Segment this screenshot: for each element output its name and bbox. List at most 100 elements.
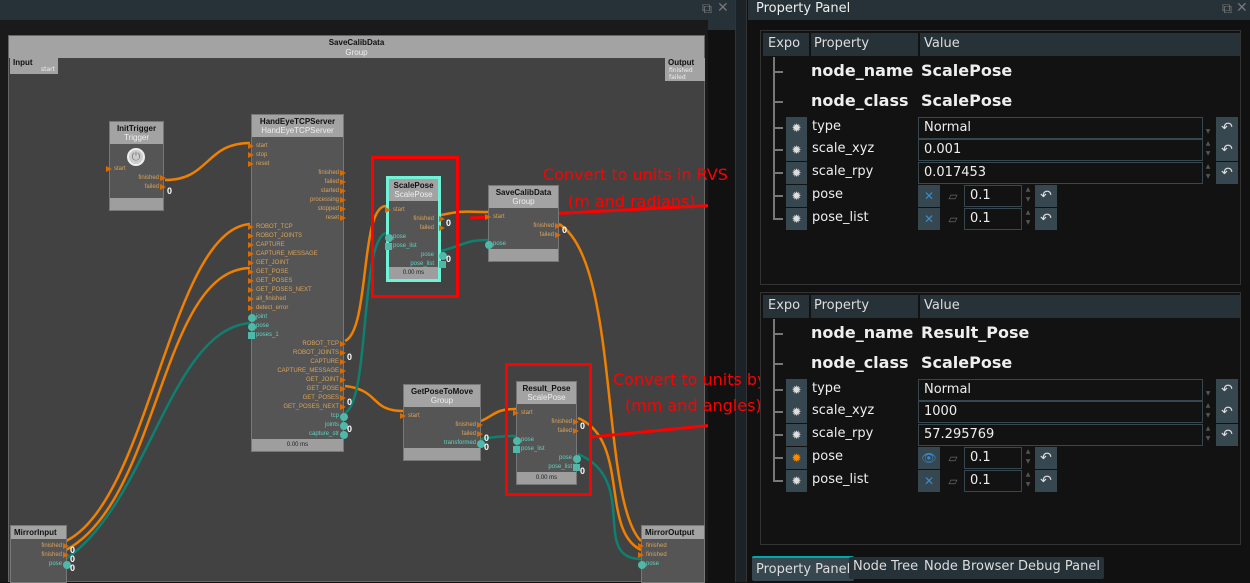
- node-init[interactable]: InitTrigger Trigger ⏻ start finished failed 0: [106, 121, 172, 211]
- eye-hidden-icon[interactable]: ✕: [918, 470, 940, 492]
- tab-node-browser[interactable]: Node Browser: [920, 557, 1019, 579]
- pose-threshold-input[interactable]: 0.1: [964, 447, 1022, 469]
- spin-arrows-icon[interactable]: ▲ ▼: [1202, 401, 1214, 423]
- reset-icon[interactable]: ↶: [1035, 208, 1057, 230]
- node-getp[interactable]: GetPoseToMove Group start finished failed 0 tr…: [400, 384, 489, 461]
- event-port-icon[interactable]: [248, 143, 254, 149]
- event-port-icon[interactable]: [248, 233, 254, 239]
- event-port-icon[interactable]: [340, 395, 346, 401]
- list-port-icon[interactable]: [248, 332, 255, 339]
- scale_rpy-input[interactable]: 57.295769: [918, 424, 1203, 446]
- data-port-icon[interactable]: [638, 561, 646, 569]
- event-port-icon[interactable]: [63, 543, 69, 549]
- event-port-icon[interactable]: [248, 278, 254, 284]
- pose-threshold-input[interactable]: 0.1: [964, 185, 1022, 207]
- event-port-icon[interactable]: [340, 341, 346, 347]
- event-port-icon[interactable]: [555, 232, 561, 238]
- event-port-icon[interactable]: [400, 413, 406, 419]
- expose-bulb-icon[interactable]: ✹: [786, 447, 807, 469]
- ruler-icon[interactable]: ▱: [942, 447, 964, 469]
- eye-hidden-icon[interactable]: ✕: [918, 208, 940, 230]
- spin-arrows-icon[interactable]: ▲ ▼: [1022, 208, 1034, 230]
- eye-icon[interactable]: 👁︎: [918, 447, 940, 469]
- expose-bulb-icon[interactable]: ✹: [786, 379, 807, 401]
- node-mirout[interactable]: MirrorOutput finished finished pose: [638, 525, 705, 583]
- event-port-icon[interactable]: [340, 377, 346, 383]
- power-icon[interactable]: ⏻: [127, 148, 145, 166]
- expose-bulb-icon[interactable]: ✹: [786, 162, 807, 184]
- data-port-icon[interactable]: [340, 413, 348, 421]
- chevron-down-icon[interactable]: ▼: [1202, 117, 1214, 139]
- scale_xyz-input[interactable]: 0.001: [918, 139, 1203, 161]
- event-port-icon[interactable]: [477, 431, 483, 437]
- scale_xyz-input[interactable]: 1000: [918, 401, 1203, 423]
- spin-arrows-icon[interactable]: ▲ ▼: [1022, 470, 1034, 492]
- expose-bulb-icon[interactable]: ✹: [786, 470, 807, 492]
- reset-icon[interactable]: ↶: [1035, 447, 1057, 469]
- splitter[interactable]: [735, 0, 747, 582]
- reset-icon[interactable]: ↶: [1035, 185, 1057, 207]
- event-port-icon[interactable]: [340, 179, 346, 185]
- event-port-icon[interactable]: [340, 206, 346, 212]
- event-port-icon[interactable]: [248, 296, 254, 302]
- event-port-icon[interactable]: [485, 214, 491, 220]
- reset-icon[interactable]: ↶: [1216, 162, 1238, 184]
- spin-arrows-icon[interactable]: ▲ ▼: [1022, 185, 1034, 207]
- expose-bulb-icon[interactable]: ✹: [786, 185, 807, 207]
- event-port-icon[interactable]: [340, 188, 346, 194]
- event-port-icon[interactable]: [160, 175, 166, 181]
- event-port-icon[interactable]: [638, 552, 644, 558]
- event-port-icon[interactable]: [106, 166, 112, 172]
- close-icon[interactable]: ✕: [1236, 0, 1248, 16]
- ruler-icon[interactable]: ▱: [942, 470, 964, 492]
- expose-bulb-icon[interactable]: ✹: [786, 117, 807, 139]
- event-port-icon[interactable]: [248, 242, 254, 248]
- reset-icon[interactable]: ↶: [1216, 424, 1238, 446]
- event-port-icon[interactable]: [477, 422, 483, 428]
- reset-icon[interactable]: ↶: [1216, 379, 1238, 401]
- expose-bulb-icon[interactable]: ✹: [786, 139, 807, 161]
- scale_rpy-input[interactable]: 0.017453: [918, 162, 1203, 184]
- chevron-down-icon[interactable]: ▼: [1202, 379, 1214, 401]
- data-port-icon[interactable]: [248, 323, 256, 331]
- pose_list-threshold-input[interactable]: 0.1: [964, 208, 1022, 230]
- event-port-icon[interactable]: [340, 386, 346, 392]
- reset-icon[interactable]: ↶: [1216, 139, 1238, 161]
- tab-debug-panel[interactable]: Debug Panel: [1014, 557, 1104, 579]
- spin-arrows-icon[interactable]: ▲ ▼: [1202, 424, 1214, 446]
- expose-bulb-icon[interactable]: ✹: [786, 401, 807, 423]
- float-icon[interactable]: ⧉: [1222, 1, 1232, 17]
- data-port-icon[interactable]: [340, 431, 348, 439]
- pose_list-threshold-input[interactable]: 0.1: [964, 470, 1022, 492]
- expose-bulb-icon[interactable]: ✹: [786, 424, 807, 446]
- event-port-icon[interactable]: [340, 197, 346, 203]
- reset-icon[interactable]: ↶: [1216, 117, 1238, 139]
- event-port-icon[interactable]: [248, 269, 254, 275]
- event-port-icon[interactable]: [340, 368, 346, 374]
- event-port-icon[interactable]: [160, 184, 166, 190]
- event-port-icon[interactable]: [248, 152, 254, 158]
- event-port-icon[interactable]: [555, 223, 561, 229]
- expose-bulb-icon[interactable]: ✹: [786, 208, 807, 230]
- event-port-icon[interactable]: [248, 224, 254, 230]
- spin-arrows-icon[interactable]: ▲ ▼: [1202, 139, 1214, 161]
- reset-icon[interactable]: ↶: [1035, 470, 1057, 492]
- event-port-icon[interactable]: [248, 287, 254, 293]
- close-icon[interactable]: ✕: [717, 0, 729, 16]
- type-dropdown[interactable]: Normal: [918, 117, 1203, 139]
- reset-icon[interactable]: ↶: [1216, 401, 1238, 423]
- event-port-icon[interactable]: [340, 170, 346, 176]
- data-port-icon[interactable]: [485, 241, 493, 249]
- event-port-icon[interactable]: [340, 350, 346, 356]
- event-port-icon[interactable]: [248, 161, 254, 167]
- node-mirin[interactable]: MirrorInput finished 0 finished 0 pose 0: [10, 525, 75, 583]
- tab-node-tree[interactable]: Node Tree: [849, 557, 923, 579]
- data-port-icon[interactable]: [248, 314, 256, 322]
- event-port-icon[interactable]: [340, 215, 346, 221]
- event-port-icon[interactable]: [340, 359, 346, 365]
- event-port-icon[interactable]: [248, 251, 254, 257]
- node-save[interactable]: SaveCalibData Group start finished 0 failed po…: [485, 185, 567, 262]
- tab-property-panel[interactable]: Property Panel: [752, 556, 855, 581]
- event-port-icon[interactable]: [340, 404, 346, 410]
- ruler-icon[interactable]: ▱: [942, 185, 964, 207]
